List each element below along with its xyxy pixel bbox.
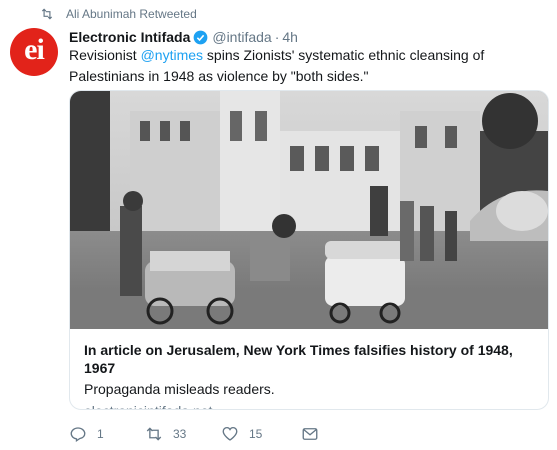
verified-badge-icon: [193, 30, 208, 44]
retweet-icon: [41, 8, 53, 20]
retweet-button[interactable]: 33: [145, 425, 221, 443]
like-button[interactable]: 15: [221, 425, 301, 443]
card-body[interactable]: In article on Jerusalem, New York Times …: [84, 341, 544, 409]
retweet-context-text[interactable]: Ali Abunimah Retweeted: [66, 7, 197, 21]
direct-message-button[interactable]: [301, 425, 329, 443]
author-handle[interactable]: @intifada: [212, 29, 271, 45]
card-url[interactable]: electronicintifada.net: [84, 401, 544, 409]
link-card[interactable]: In article on Jerusalem, New York Times …: [69, 90, 549, 410]
avatar[interactable]: ei: [10, 28, 58, 76]
tweet-timestamp[interactable]: 4h: [282, 29, 298, 45]
avatar-text: ei: [24, 33, 45, 66]
tweet-text-start: Revisionist: [69, 47, 141, 63]
retweet-count: 33: [173, 427, 187, 441]
reply-icon: [70, 427, 86, 443]
card-description: Propaganda misleads readers.: [84, 381, 275, 397]
separator-dot: ·: [274, 29, 280, 45]
reply-count: 1: [97, 427, 104, 441]
like-count: 15: [249, 427, 263, 441]
reply-button[interactable]: 1: [69, 425, 145, 443]
tweet-actions: 1 33 15: [69, 424, 329, 444]
street-photo-illustration: [70, 91, 548, 329]
retweet-context: Ali Abunimah Retweeted: [40, 6, 197, 22]
mention-link[interactable]: @nytimes: [141, 47, 203, 63]
envelope-icon: [302, 428, 318, 440]
card-title[interactable]: In article on Jerusalem, New York Times …: [84, 341, 544, 377]
card-photo[interactable]: [70, 91, 548, 329]
tweet-header: Electronic Intifada @intifada · 4h: [69, 27, 298, 47]
retweet-icon: [146, 427, 162, 441]
heart-icon: [222, 426, 238, 441]
tweet-text: Revisionist @nytimes spins Zionists' sys…: [69, 45, 539, 87]
author-name[interactable]: Electronic Intifada: [69, 29, 190, 45]
